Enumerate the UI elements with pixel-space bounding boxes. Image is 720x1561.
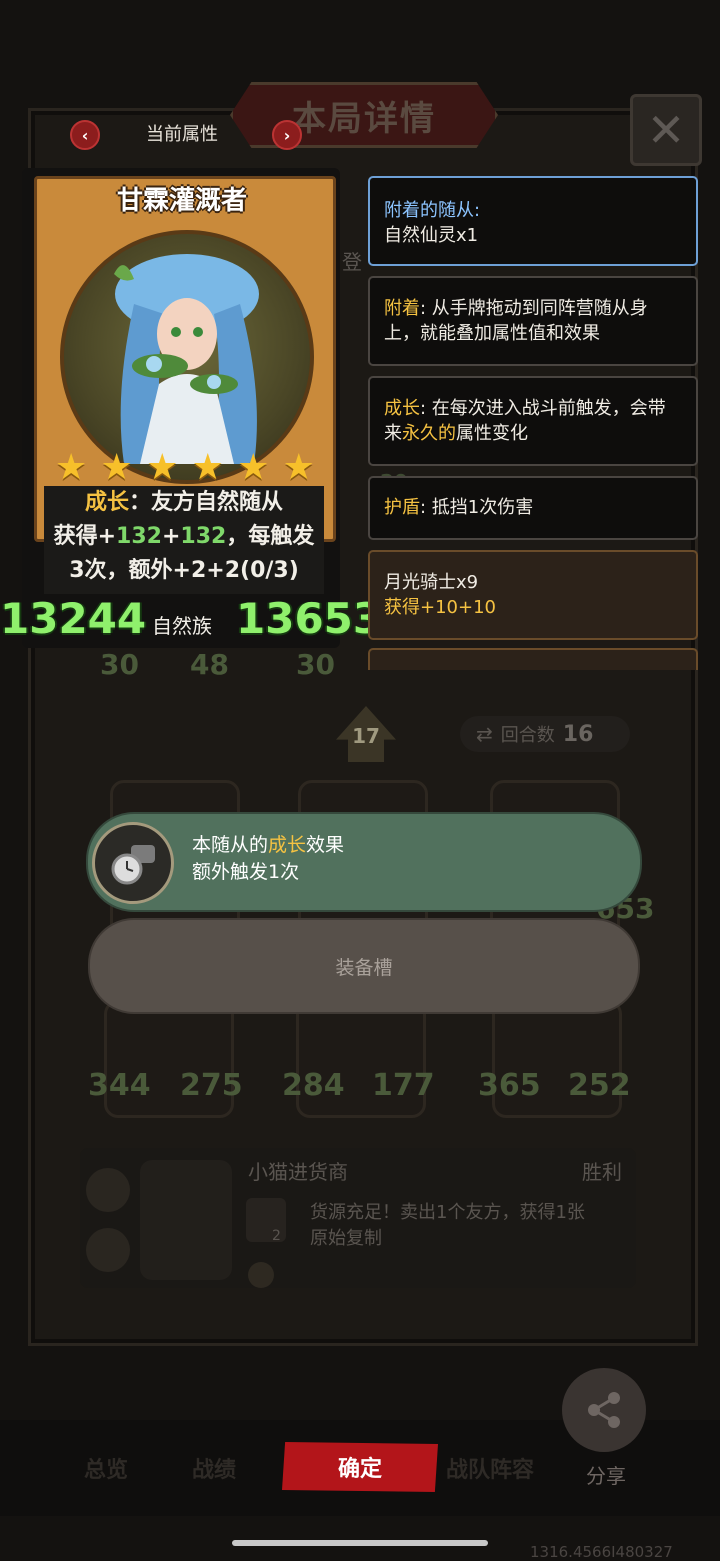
confirm-label: 确定 [337,1457,382,1482]
close-icon: ✕ [646,103,686,157]
keyword-highlight: 永久的 [402,423,456,444]
desc-plus: + [161,524,181,549]
desc-text: ，每触发 [226,524,315,549]
card-description: 成长：友方自然随从 获得+132+132，每触发 3次，额外+2+2(0/3) [44,486,324,594]
merchant-result: 胜利 [582,1160,622,1184]
tooltip-keyword: 成长 [268,834,307,856]
share-button[interactable] [562,1368,646,1452]
star-icon: ★ [237,447,270,488]
cat-icon [248,1262,274,1288]
tooltip-line2: 额外触发1次 [192,861,300,883]
home-indicator [232,1540,488,1546]
page-title-banner: 本局详情 [230,82,498,148]
fairy-illustration [114,254,259,464]
next-tab-button[interactable]: › [272,120,302,150]
tab-overview[interactable]: 总览 [84,1452,128,1484]
merchant-desc: 原始复制 [310,1228,382,1249]
turn-number: 17 [352,724,380,748]
growth-value: 132 [180,524,227,549]
star-icon: ★ [191,447,224,488]
equipment-slot-button[interactable]: 装备槽 [88,918,640,1014]
row1-stat: 48 [190,648,229,681]
desc-text: 获得+ [53,524,117,549]
card-health: 13653 [236,594,383,643]
keyword-panel-growth: 成长: 在每次进入战斗前触发，会带来永久的属性变化 [368,376,698,466]
keyword-name: 成长 [384,398,420,419]
attached-label: 附着的随从: [384,200,481,221]
book-icon [86,1228,130,1272]
keyword-panel-moon-knight: 月光骑士x9 获得+10+10 [368,550,698,640]
keyword-text: : 从手牌拖动到同阵营随从身上，就能叠加属性值和效果 [384,298,648,344]
star-icon: ★ [55,447,88,488]
card-name: 甘霖灌溉者 [116,186,247,216]
row1-stat: 30 [100,648,139,681]
prev-tab-button[interactable]: ‹ [70,120,100,150]
tab-label: 当前属性 [146,124,218,145]
merchant-desc: 货源充足！卖出1个友方，获得1张 [310,1202,585,1223]
star-rating: ★ ★ ★ ★ ★ ★ [55,450,315,486]
keyword-panel-partial [368,648,698,670]
minion-attack: 365 [478,1068,541,1103]
keyword-panel-attached[interactable]: 附着的随从: 自然仙灵x1 [368,176,698,266]
page-title: 本局详情 [292,98,436,139]
desc-keyword: 成长 [84,490,129,515]
equipment-slot-label: 装备槽 [335,956,393,979]
minion-health: 177 [372,1068,435,1103]
minion-health: 252 [568,1068,631,1103]
keyword-text: 属性变化 [456,423,528,444]
keyword-name: 护盾 [384,497,420,518]
keyword-name: 附着 [384,298,420,319]
watch-glyph [111,845,155,885]
card-attack: 13244 [0,594,147,643]
faded-hero-label: 登 [342,250,362,274]
share-label: 分享 [586,1464,626,1488]
card-race: 自然族 [152,614,212,638]
gauntlet-watch-icon [92,822,174,904]
tab-lineup[interactable]: 战队阵容 [446,1452,534,1484]
desc-text: ：友方自然随从 [129,490,284,515]
moon-knight-name: 月光骑士x9 [384,572,479,593]
growth-value: 132 [116,524,162,549]
keyword-text: : 抵挡1次伤害 [420,497,534,518]
minion-attack: 344 [88,1068,151,1103]
moon-knight-value: +10+10 [420,597,496,618]
tab-record[interactable]: 战绩 [192,1452,236,1484]
card-portrait [60,230,314,484]
chevron-left-icon: ‹ [81,125,89,145]
round-label: 回合数 [500,725,555,746]
round-counter: ⇄ 回合数 16 [460,716,630,752]
merchant-portrait [140,1160,232,1280]
close-button[interactable]: ✕ [630,94,702,166]
merchant-badge: 2 [272,1228,281,1244]
minion-health: 275 [180,1068,243,1103]
round-value: 16 [562,721,594,747]
merchant-name: 小猫进货商 [248,1160,348,1184]
keyword-panel-attach: 附着: 从手牌拖动到同阵营随从身上，就能叠加属性值和效果 [368,276,698,366]
keyword-panel-shield: 护盾: 抵挡1次伤害 [368,476,698,540]
footer-id: 1316.4566I480327 [530,1543,673,1561]
desc-text: 3次，额外+2+2(0/3) [69,558,299,583]
attached-value: 自然仙灵x1 [384,225,479,246]
tooltip-text: 本随从的成长效果 额外触发1次 [192,832,344,886]
refresh-icon: ⇄ [476,722,493,746]
star-icon: ★ [282,447,315,488]
chevron-right-icon: › [283,125,291,145]
tooltip-post: 效果 [306,834,345,856]
star-icon: ★ [146,447,179,488]
merchant-icon [86,1168,130,1212]
minion-attack: 284 [282,1068,345,1103]
share-icon [588,1392,620,1428]
moon-knight-pre: 获得 [384,597,420,618]
star-icon: ★ [100,447,133,488]
confirm-button[interactable]: 确定 [282,1442,438,1492]
tooltip-pre: 本随从的 [192,834,269,856]
row1-stat: 30 [296,648,335,681]
